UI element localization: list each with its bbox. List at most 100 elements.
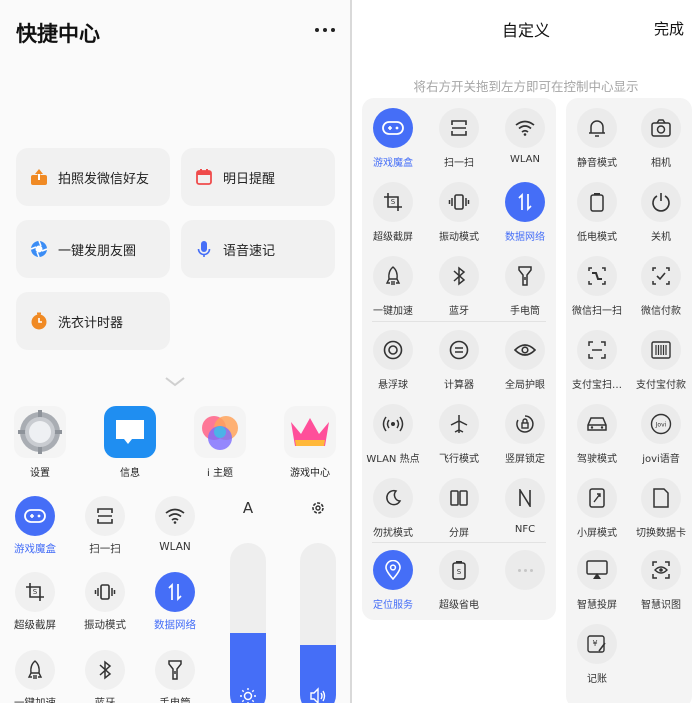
crop-screenshot-icon: S [15,572,55,612]
card-post-moments[interactable]: 一键发朋友圈 [16,220,170,278]
tile-available-7[interactable]: 支付宝付款 [628,330,694,391]
group-separator [372,542,546,543]
tile-active-8[interactable]: 手电筒 [492,256,558,317]
calculator-icon [439,330,479,370]
tile-mobile-data[interactable]: 数据网络 [142,572,208,632]
scan-icon [85,496,125,536]
svg-text:S: S [457,568,462,576]
wechat-pay-icon [641,256,681,296]
tile-active-12[interactable]: WLAN 热点 [360,404,426,465]
tile-available-0[interactable]: 静音模式 [564,108,630,169]
image-recognition-icon [641,550,681,590]
card-label: 语音速记 [223,243,276,259]
tile-active-2[interactable]: WLAN [492,108,558,165]
tile-active-11[interactable]: 全局护眼 [492,330,558,391]
tile-label: 驾驶模式 [577,454,617,465]
bell-icon [577,108,617,148]
tile-active-5[interactable]: 数据网络 [492,182,558,243]
ledger-icon: ¥ [577,624,617,664]
camera-icon [641,108,681,148]
tile-available-11[interactable]: 切换数据卡 [628,478,694,539]
more-options-icon[interactable] [312,20,338,40]
tile-label: 一键加速 [373,306,413,317]
tile-vibration-mode[interactable]: 振动模式 [72,572,138,632]
tile-active-4[interactable]: 振动模式 [426,182,492,243]
tile-available-10[interactable]: 小屏模式 [564,478,630,539]
alipay-barcode-icon [641,330,681,370]
tile-label: 数据网络 [154,619,196,631]
data-transfer-icon [505,182,545,222]
eye-icon [505,330,545,370]
tile-wlan[interactable]: WLAN [142,496,208,553]
airplane-icon [439,404,479,444]
location-pin-icon [373,550,413,590]
app-messages[interactable]: 信息 [100,406,160,479]
tile-active-18[interactable]: 定位服务 [360,550,426,611]
tile-label: 相机 [651,158,671,169]
card-photo-wechat[interactable]: 拍照发微信好友 [16,148,170,206]
tile-scan[interactable]: 扫一扫 [72,496,138,556]
nfc-icon [505,478,545,518]
rotation-lock-icon [505,404,545,444]
tile-active-3[interactable]: S 超级截屏 [360,182,426,243]
tile-label: 手电筒 [510,306,540,317]
tile-available-13[interactable]: 智慧识图 [628,550,694,611]
app-i-theme[interactable]: i 主题 [190,406,250,479]
tile-active-16[interactable]: 分屏 [426,478,492,539]
app-game-center[interactable]: 游戏中心 [280,406,340,479]
done-button[interactable]: 完成 [654,18,684,39]
split-screen-icon [439,478,479,518]
settings-small-icon[interactable] [306,496,330,520]
wifi-icon [505,108,545,148]
tile-bluetooth[interactable]: 蓝牙 [72,650,138,703]
microphone-icon [195,240,213,258]
tile-available-1[interactable]: 相机 [628,108,694,169]
tile-label: 智慧识图 [641,600,681,611]
tile-label: 记账 [587,674,607,685]
tile-active-9[interactable]: 悬浮球 [360,330,426,391]
tile-flashlight[interactable]: 手电筒 [142,650,208,703]
tile-label: 勿扰模式 [373,528,413,539]
tile-available-9[interactable]: Jovi jovi语音 [628,404,694,465]
tile-available-3[interactable]: 关机 [628,182,694,243]
tile-available-5[interactable]: 微信付款 [628,256,694,317]
tile-available-12[interactable]: 智慧投屏 [564,550,630,611]
svg-text:¥: ¥ [592,639,597,648]
app-label: i 主题 [207,468,233,479]
app-label: 设置 [30,468,50,479]
card-laundry-timer[interactable]: 洗衣计时器 [16,292,170,350]
tile-super-screenshot[interactable]: S 超级截屏 [2,572,68,632]
tile-active-13[interactable]: 飞行模式 [426,404,492,465]
tile-active-15[interactable]: 勿扰模式 [360,478,426,539]
app-settings[interactable]: 设置 [10,406,70,479]
tile-available-6[interactable]: 支付宝扫… [564,330,630,391]
tile-active-6[interactable]: 一键加速 [360,256,426,317]
shortcut-center-panel: 快捷中心 拍照发微信好友 明日提醒 一键发朋友圈 语音速记 洗衣计时器 设置 信… [0,0,350,703]
tile-one-key-boost[interactable]: 一键加速 [2,650,68,703]
tile-label: WLAN [509,154,540,165]
page-title: 自定义 [502,21,551,40]
flashlight-icon [155,650,195,690]
tile-active-7[interactable]: 蓝牙 [426,256,492,317]
brightness-slider[interactable] [230,543,266,703]
tile-active-10[interactable]: 计算器 [426,330,492,391]
auto-brightness-button[interactable]: A [236,496,260,520]
card-tomorrow-reminder[interactable]: 明日提醒 [181,148,335,206]
share-upload-icon [30,168,48,186]
tile-label: 游戏魔盒 [373,158,413,169]
tile-game-box[interactable]: 游戏魔盒 [2,496,68,556]
tile-available-4[interactable]: 微信扫一扫 [564,256,630,317]
chevron-down-icon[interactable] [164,376,186,388]
tile-available-8[interactable]: 驾驶模式 [564,404,630,465]
tile-active-1[interactable]: 扫一扫 [426,108,492,169]
message-icon [104,406,156,458]
tile-active-14[interactable]: 竖屏锁定 [492,404,558,465]
tile-available-14[interactable]: ¥ 记账 [564,624,630,685]
tile-active-17[interactable]: NFC [492,478,558,535]
tile-label: 分屏 [449,528,469,539]
tile-active-0[interactable]: 游戏魔盒 [360,108,426,169]
tile-active-19[interactable]: S 超级省电 [426,550,492,611]
tile-available-2[interactable]: 低电模式 [564,182,630,243]
volume-slider[interactable] [300,543,336,703]
card-voice-notes[interactable]: 语音速记 [181,220,335,278]
